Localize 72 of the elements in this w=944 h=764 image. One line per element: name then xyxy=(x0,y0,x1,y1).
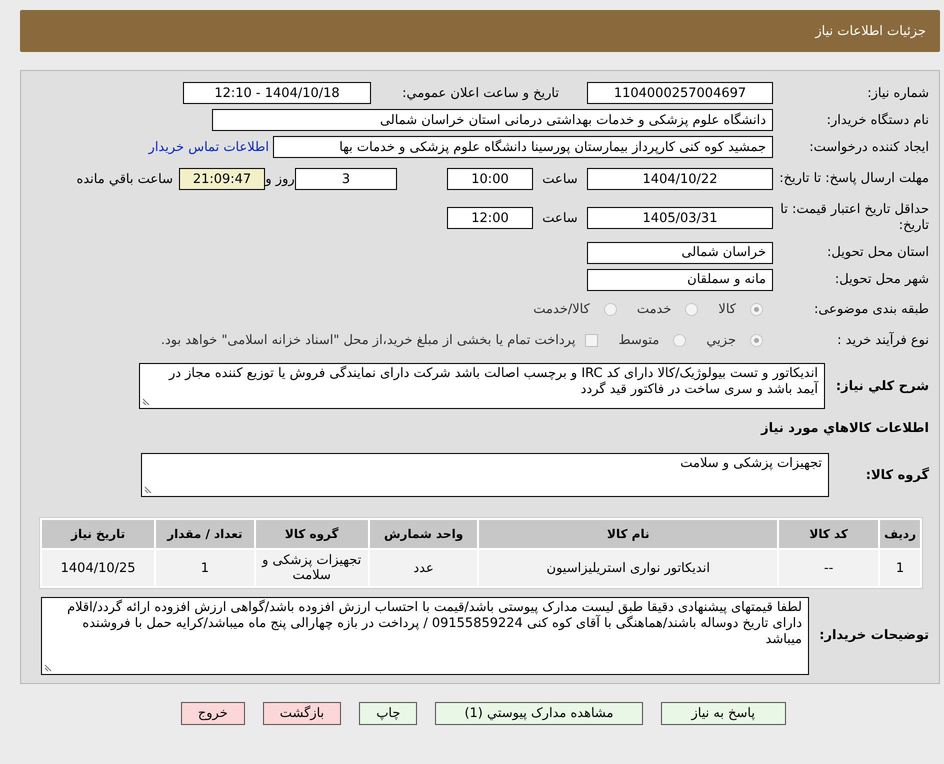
text-field[interactable]: 1405/03/31 xyxy=(587,207,773,229)
field-label: شهر محل تحویل: xyxy=(834,272,929,287)
field-label: ساعت xyxy=(541,210,579,226)
radio-button[interactable] xyxy=(750,302,763,316)
option-label: جزيي xyxy=(706,332,736,348)
radio-button[interactable] xyxy=(673,334,686,346)
column-header: واحد شمارش xyxy=(370,520,478,548)
table-cell: 1 xyxy=(880,550,920,586)
field-label: توضیحات خریدار: xyxy=(818,627,929,645)
table-cell: -- xyxy=(779,550,878,586)
text-area[interactable]: تجهیزات پزشکی و سلامت xyxy=(141,453,829,497)
column-header: کد کالا xyxy=(779,520,878,548)
option-label: کالا xyxy=(718,302,736,316)
table-cell: اندیکاتور نواری استریلیزاسیون xyxy=(479,550,778,586)
field-label: روز و xyxy=(265,172,295,186)
option-label: کالا/خدمت xyxy=(533,302,590,316)
text-field[interactable]: 1104000257004697 xyxy=(587,82,773,104)
field-text: لطفا قیمتهای پیشنهادی دقیقا طبق لیست مدارک پیوستی باشد/قیمت با احتساب ارزش افزوده باشد/گواهی ارزش افزوده ارائه گردد/اقلام دارای تاریخ دوساله باشند/هماهنگی با آقای کوه کنی 09155859224 / پرداخت در بازه چهارالی پنج ماه میباشد/کرایه حمل با فروشنده میباشد xyxy=(67,600,802,647)
text-field[interactable]: مانه و سملقان xyxy=(587,268,773,290)
field-label: ساعت باقي مانده xyxy=(76,172,173,186)
print-button[interactable]: چاپ xyxy=(359,702,418,725)
text-field[interactable]: 1404/10/22 xyxy=(587,168,773,190)
field-label: مهلت ارسال پاسخ: تا تاریخ: xyxy=(778,171,929,187)
section-heading: اطلاعات کالاهاي مورد نیاز xyxy=(761,420,929,436)
table-cell: 1 xyxy=(156,550,254,586)
table-cell: عدد xyxy=(370,550,478,586)
field-label: گروه کالا: xyxy=(864,468,929,482)
field-label: حداقل تاریخ اعتبار قیمت: تا تاریخ: xyxy=(779,202,929,234)
page-title: جزئیات اطلاعات نیاز xyxy=(815,24,926,38)
column-header: گروه کالا xyxy=(256,520,368,548)
contact-link[interactable]: اطلاعات تماس خریدار xyxy=(148,140,269,154)
reply-button[interactable]: پاسخ به نیاز xyxy=(660,702,786,725)
field-text: تجهیزات پزشکی و سلامت xyxy=(680,456,822,471)
field-label: ساعت xyxy=(541,172,579,186)
field-label: نام دستگاه خریدار: xyxy=(826,112,929,128)
field-label: تاریخ و ساعت اعلان عمومي: xyxy=(401,86,559,100)
radio-button[interactable] xyxy=(750,334,763,346)
field-label: استان محل تحویل: xyxy=(826,245,929,260)
option-label: خدمت xyxy=(636,302,672,316)
text-field[interactable]: 12:00 xyxy=(447,207,533,229)
field-label: طبقه بندی موضوعی: xyxy=(812,302,929,316)
back-button[interactable]: بازگشت xyxy=(262,702,342,725)
text-field[interactable]: دانشگاه علوم پزشکی و خدمات بهداشتی درمانی استان خراسان شمالی xyxy=(212,109,773,131)
field-label: شماره نیاز: xyxy=(866,86,929,100)
text-area[interactable]: اندیکاتور و تست بیولوژیک/کالا دارای کد IRC و برچسب اصالت باشد شرکت دارای نمایندگی فروش یا توزیع کننده مجاز در آیمد باشد و سری ساخت در فاکتور قید گردد xyxy=(139,363,825,409)
attachments-button[interactable]: مشاهده مدارک پیوستي (1) xyxy=(435,702,642,725)
checkbox-label: پرداخت تمام یا بخشی از مبلغ خرید،از محل "اسناد خزانه اسلامی" خواهد بود. xyxy=(160,332,576,348)
text-field[interactable]: جمشید کوه کنی کارپرداز بیمارستان پورسینا دانشگاه علوم پزشکی و خدمات بها xyxy=(273,136,773,158)
field-label: نوع فرآیند خرید : xyxy=(836,332,929,348)
text-field[interactable]: 3 xyxy=(295,168,397,190)
text-field[interactable]: 10:00 xyxy=(447,168,533,190)
resize-grip-icon[interactable] xyxy=(144,486,152,494)
column-header: تعداد / مقدار xyxy=(156,520,254,548)
countdown-field[interactable]: 21:09:47 xyxy=(179,168,265,190)
text-field[interactable]: خراسان شمالی xyxy=(587,242,773,264)
radio-button[interactable] xyxy=(685,302,698,316)
resize-grip-icon[interactable] xyxy=(142,398,150,406)
field-label: شرح کلي نیاز: xyxy=(834,378,929,394)
field-text: اندیکاتور و تست بیولوژیک/کالا دارای کد IRC و برچسب اصالت باشد شرکت دارای نمایندگی فروش یا توزیع کننده مجاز در آیمد باشد و سری ساخت در فاکتور قید گردد xyxy=(168,366,818,397)
resize-grip-icon[interactable] xyxy=(44,664,52,672)
exit-button[interactable]: خروج xyxy=(180,702,245,725)
radio-button[interactable] xyxy=(604,302,617,316)
field-label: ایجاد کننده درخواست: xyxy=(808,140,929,154)
text-area[interactable] xyxy=(41,597,809,675)
text-field[interactable]: 1404/10/18 - 12:10 xyxy=(183,82,371,104)
column-header: تاریخ نیاز xyxy=(42,520,154,548)
checkbox[interactable] xyxy=(585,334,598,346)
column-header: نام کالا xyxy=(479,520,778,548)
column-header: ردیف xyxy=(880,520,920,548)
table-cell: تجهیزات پزشکی و سلامت xyxy=(256,550,368,586)
option-label: متوسط xyxy=(618,332,660,348)
table-cell: 1404/10/25 xyxy=(42,550,154,586)
